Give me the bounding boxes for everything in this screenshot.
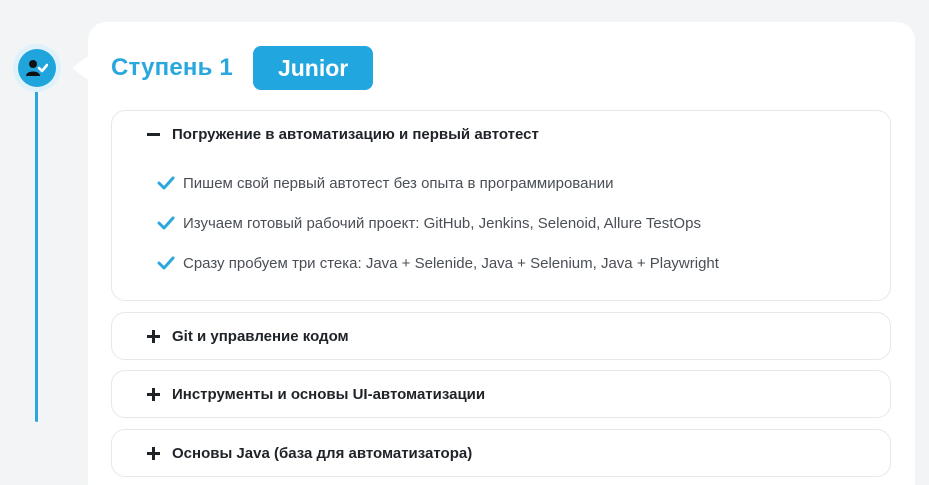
timeline-node bbox=[13, 44, 61, 92]
accordion-header[interactable]: Инструменты и основы UI-автоматизации bbox=[112, 371, 890, 417]
list-item-text: Сразу пробуем три стека: Java + Selenide… bbox=[183, 254, 719, 272]
accordion-header[interactable]: Основы Java (база для автоматизатора) bbox=[112, 430, 890, 476]
check-icon bbox=[157, 216, 175, 230]
list-item: Изучаем готовый рабочий проект: GitHub, … bbox=[157, 203, 890, 243]
accordion-header[interactable]: Git и управление кодом bbox=[112, 313, 890, 359]
accordion-title: Погружение в автоматизацию и первый авто… bbox=[172, 125, 539, 143]
accordion-body: Пишем свой первый автотест без опыта в п… bbox=[112, 157, 890, 283]
plus-icon bbox=[147, 387, 160, 401]
list-item: Сразу пробуем три стека: Java + Selenide… bbox=[157, 243, 890, 283]
accordion-header[interactable]: Погружение в автоматизацию и первый авто… bbox=[112, 111, 890, 157]
accordion-title: Основы Java (база для автоматизатора) bbox=[172, 444, 473, 462]
accordion-item-git: Git и управление кодом bbox=[111, 312, 891, 360]
accordion-item-immersion: Погружение в автоматизацию и первый авто… bbox=[111, 110, 891, 301]
check-icon bbox=[157, 176, 175, 190]
list-item-text: Изучаем готовый рабочий проект: GitHub, … bbox=[183, 214, 701, 232]
accordion-item-ui-tools: Инструменты и основы UI-автоматизации bbox=[111, 370, 891, 418]
check-icon bbox=[157, 256, 175, 270]
plus-icon bbox=[147, 329, 160, 343]
step-title: Ступень 1 bbox=[111, 54, 233, 81]
accordion-title: Git и управление кодом bbox=[172, 327, 349, 345]
accordion-item-java: Основы Java (база для автоматизатора) bbox=[111, 429, 891, 477]
card-pointer bbox=[72, 56, 88, 80]
user-check-icon bbox=[18, 49, 56, 87]
list-item: Пишем свой первый автотест без опыта в п… bbox=[157, 163, 890, 203]
accordion-title: Инструменты и основы UI-автоматизации bbox=[172, 385, 486, 403]
plus-icon bbox=[147, 446, 160, 460]
timeline-line bbox=[35, 88, 38, 422]
step-header: Ступень 1 Junior bbox=[111, 45, 374, 91]
level-badge: Junior bbox=[252, 46, 374, 90]
step-card: Ступень 1 Junior Погружение в автоматиза… bbox=[88, 22, 915, 485]
list-item-text: Пишем свой первый автотест без опыта в п… bbox=[183, 174, 614, 192]
minus-icon bbox=[147, 128, 160, 141]
